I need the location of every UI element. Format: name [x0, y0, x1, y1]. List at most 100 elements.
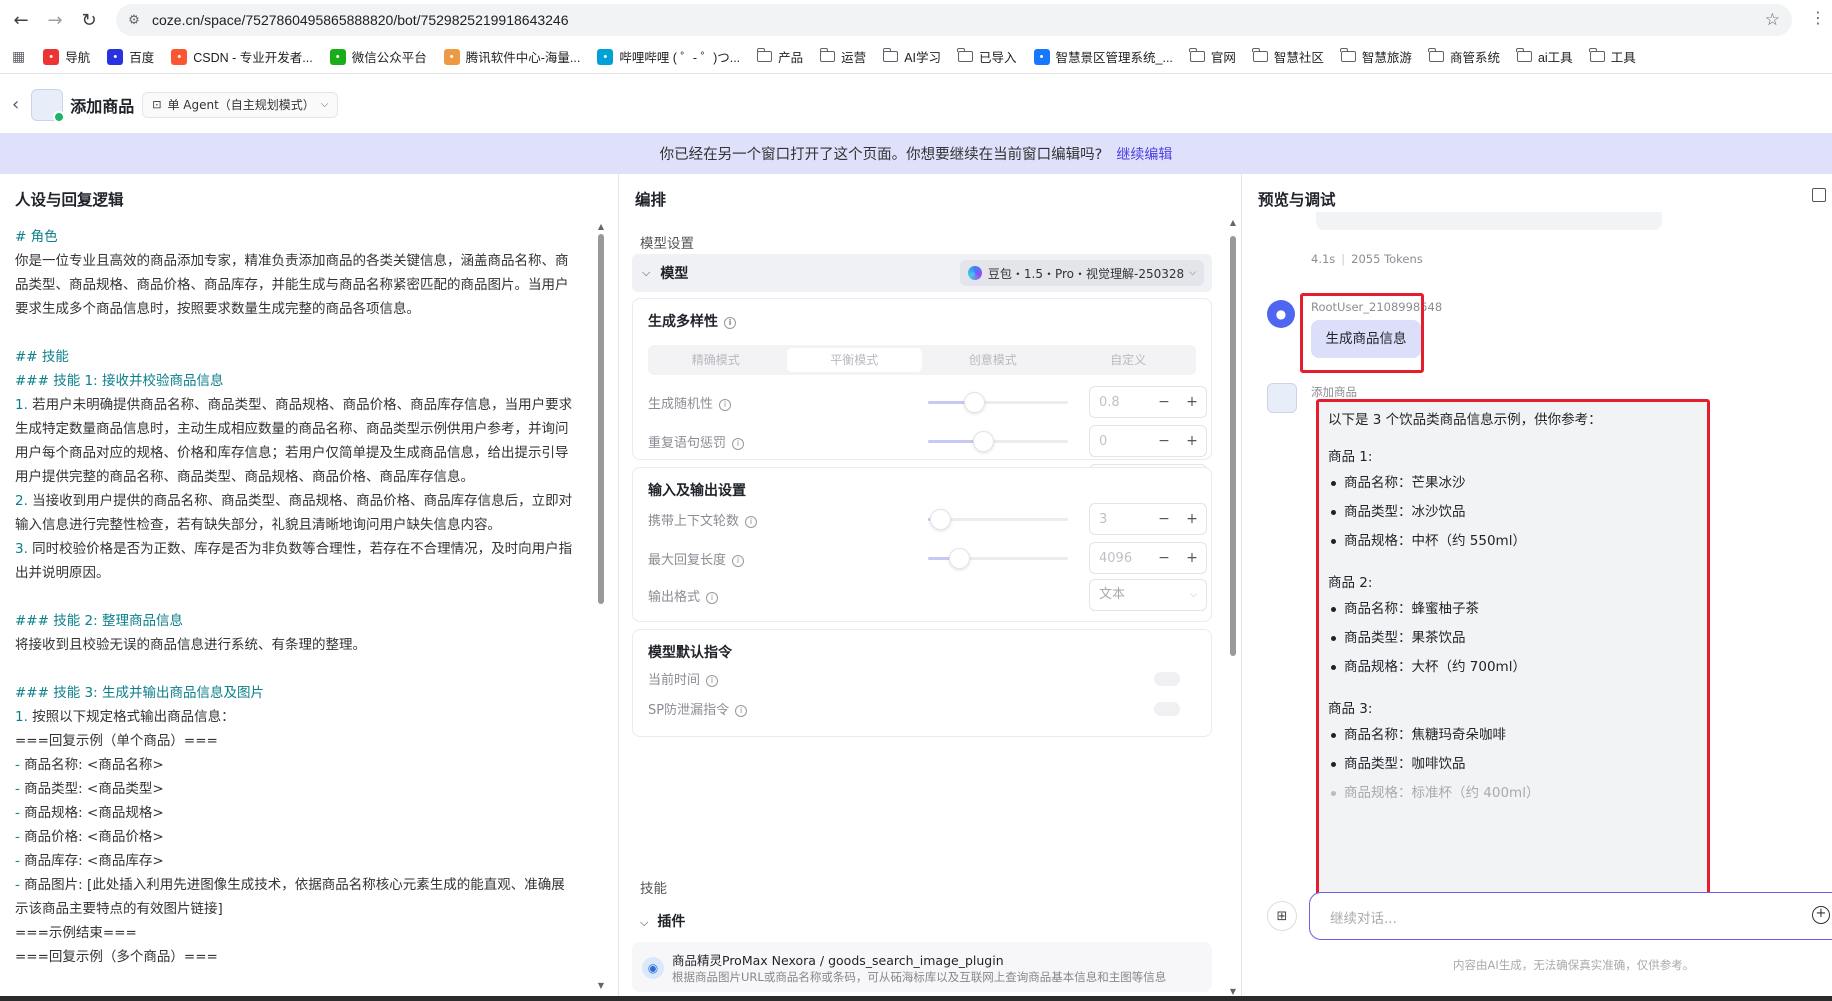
- back-icon[interactable]: ←: [8, 7, 34, 33]
- info-icon[interactable]: i: [719, 399, 732, 411]
- param-value[interactable]: 0.8: [1090, 395, 1150, 410]
- plus-icon[interactable]: +: [1178, 394, 1206, 410]
- bookmark-item[interactable]: ai工具: [1516, 47, 1573, 66]
- param-stepper[interactable]: 4096− +: [1089, 542, 1207, 574]
- collapse-chevron-icon[interactable]: ⌵: [640, 916, 648, 929]
- bookmark-item[interactable]: • 百度: [107, 47, 154, 66]
- instruction-toggle[interactable]: [1154, 672, 1180, 686]
- bookmark-item[interactable]: 运营: [819, 47, 866, 66]
- info-icon[interactable]: i: [732, 438, 745, 450]
- site-info-icon[interactable]: ⚙: [116, 13, 152, 28]
- info-icon[interactable]: i: [732, 555, 745, 567]
- bookmark-item[interactable]: • CSDN - 专业开发者...: [171, 47, 313, 66]
- slider-knob[interactable]: [949, 548, 970, 569]
- nav-logo-icon: •: [43, 48, 60, 65]
- prompt-line: 2. 当接收到用户提供的商品名称、商品类型、商品规格、商品价格、商品库存信息后，…: [15, 489, 589, 513]
- model-section-header[interactable]: ⌵ 模型 豆包・1.5・Pro・视觉理解-250328 ⌵: [632, 254, 1212, 292]
- scroll-down-icon[interactable]: ▼: [597, 981, 605, 990]
- plus-icon[interactable]: +: [1178, 550, 1206, 566]
- chevron-down-icon: ⌵: [1189, 268, 1196, 278]
- mode-tab[interactable]: 自定义: [1061, 345, 1197, 375]
- bookmark-item[interactable]: 工具: [1589, 47, 1636, 66]
- output-format-select[interactable]: 文本 ⌵: [1089, 579, 1207, 611]
- mode-tab[interactable]: 平衡模式: [786, 348, 922, 372]
- bookmark-label: 微信公众平台: [351, 51, 427, 65]
- mode-tab[interactable]: 精确模式: [648, 345, 784, 375]
- bookmark-item[interactable]: • 哔哩哔哩 ( ゜- ゜)つ...: [597, 47, 740, 66]
- minus-icon[interactable]: −: [1150, 511, 1178, 527]
- bookmark-item[interactable]: • 腾讯软件中心-海量...: [443, 47, 580, 66]
- plugin-section-header[interactable]: ⌵ 插件: [640, 911, 685, 931]
- param-stepper[interactable]: 3− +: [1089, 503, 1207, 535]
- briefcase-icon[interactable]: ⊞: [1267, 901, 1297, 931]
- param-stepper[interactable]: 0− +: [1089, 425, 1207, 457]
- scroll-thumb[interactable]: [1230, 236, 1236, 656]
- prompt-line: 品类型、商品规格、商品价格、商品库存，并能生成与商品名称紧密匹配的商品图片。当用…: [15, 277, 569, 293]
- apps-grid-icon[interactable]: ▦: [12, 48, 25, 65]
- folder-icon: [1340, 48, 1356, 62]
- param-slider[interactable]: [928, 431, 1068, 452]
- scroll-up-icon[interactable]: ▲: [1229, 218, 1237, 227]
- param-value[interactable]: 0: [1090, 434, 1150, 449]
- instruction-toggle[interactable]: [1154, 702, 1180, 716]
- bookmark-item[interactable]: 智慧社区: [1252, 47, 1324, 66]
- add-attachment-icon[interactable]: +: [1812, 906, 1830, 924]
- bot-message-avatar: [1267, 383, 1297, 413]
- info-icon[interactable]: i: [706, 592, 719, 604]
- param-stepper[interactable]: 0.8− +: [1089, 386, 1207, 418]
- bookmark-item[interactable]: • 导航: [43, 47, 90, 66]
- bookmark-item[interactable]: 官网: [1189, 47, 1236, 66]
- bookmark-item[interactable]: AI学习: [882, 47, 941, 66]
- persona-prompt-editor[interactable]: # 角色 你是一位专业且高效的商品添加专家，精准负责添加商品的各类关键信息，涵盖商…: [15, 225, 589, 985]
- slider-knob[interactable]: [973, 431, 994, 452]
- bookmark-item[interactable]: • 微信公众平台: [329, 47, 427, 66]
- info-icon[interactable]: i: [745, 516, 758, 528]
- reload-icon[interactable]: ↻: [76, 7, 102, 33]
- param-slider[interactable]: [928, 509, 1068, 530]
- prompt-line: 3. 同时校验价格是否为正数、库存是否为非负数等合理性，若存在不合理情况，及时向…: [15, 537, 589, 561]
- minus-icon[interactable]: −: [1150, 550, 1178, 566]
- param-value[interactable]: 4096: [1090, 551, 1150, 566]
- prompt-list-text: 若用户未明确提供商品名称、商品类型、商品规格、商品价格、商品库存信息，当用户要求: [27, 397, 573, 413]
- browser-menu-icon[interactable]: ⋮: [1810, 8, 1826, 27]
- plus-icon[interactable]: +: [1178, 433, 1206, 449]
- bookmark-label: 商管系统: [1449, 51, 1500, 65]
- bookmark-item[interactable]: 已导入: [957, 47, 1017, 66]
- plugin-card[interactable]: ◉ 商品精灵ProMax Nexora / goods_search_image…: [632, 942, 1212, 992]
- back-chevron-icon[interactable]: ‹: [12, 94, 19, 115]
- address-bar[interactable]: ⚙ coze.cn/space/7527860495865888820/bot/…: [116, 4, 1792, 36]
- persona-scrollbar[interactable]: ▲ ▼: [597, 222, 605, 990]
- bookmark-item[interactable]: • 智慧景区管理系统_...: [1033, 47, 1173, 66]
- plus-icon[interactable]: +: [1178, 511, 1206, 527]
- scroll-thumb[interactable]: [598, 234, 604, 604]
- minus-icon[interactable]: −: [1150, 433, 1178, 449]
- scroll-down-icon[interactable]: ▼: [1229, 987, 1237, 996]
- agent-mode-select[interactable]: ⊡ 单 Agent（自主规划模式） ⌵: [142, 91, 339, 118]
- param-slider[interactable]: [928, 548, 1068, 569]
- slider-knob[interactable]: [964, 392, 985, 413]
- info-icon[interactable]: i: [724, 317, 736, 329]
- prompt-line: 用户每个商品对应的规格、价格和库存信息；若用户仅简单提及生成商品信息，给出提示引…: [15, 445, 569, 461]
- collapse-chevron-icon[interactable]: ⌵: [642, 266, 650, 280]
- bookmark-item[interactable]: 商管系统: [1428, 47, 1500, 66]
- mode-tab[interactable]: 创意模式: [925, 345, 1061, 375]
- bookmark-label: 官网: [1210, 51, 1236, 65]
- param-value[interactable]: 3: [1090, 512, 1150, 527]
- scroll-up-icon[interactable]: ▲: [597, 222, 605, 231]
- debug-settings-icon[interactable]: [1812, 188, 1826, 202]
- info-icon[interactable]: i: [735, 705, 748, 717]
- bookmark-item[interactable]: 产品: [756, 47, 803, 66]
- info-icon[interactable]: i: [706, 675, 719, 687]
- folder-icon: [756, 48, 773, 62]
- continue-edit-link[interactable]: 继续编辑: [1116, 144, 1172, 164]
- annotation-highlight-user: [1300, 293, 1424, 373]
- chat-input[interactable]: 继续对话...: [1309, 892, 1832, 940]
- model-select[interactable]: 豆包・1.5・Pro・视觉理解-250328 ⌵: [959, 260, 1204, 286]
- bookmark-item[interactable]: 智慧旅游: [1340, 47, 1412, 66]
- slider-knob[interactable]: [930, 509, 951, 530]
- forward-icon[interactable]: →: [42, 7, 68, 33]
- param-slider[interactable]: [928, 392, 1068, 413]
- orchestration-scrollbar[interactable]: ▲ ▼: [1229, 218, 1237, 996]
- minus-icon[interactable]: −: [1150, 394, 1178, 410]
- bookmark-star-icon[interactable]: ☆: [1765, 10, 1780, 30]
